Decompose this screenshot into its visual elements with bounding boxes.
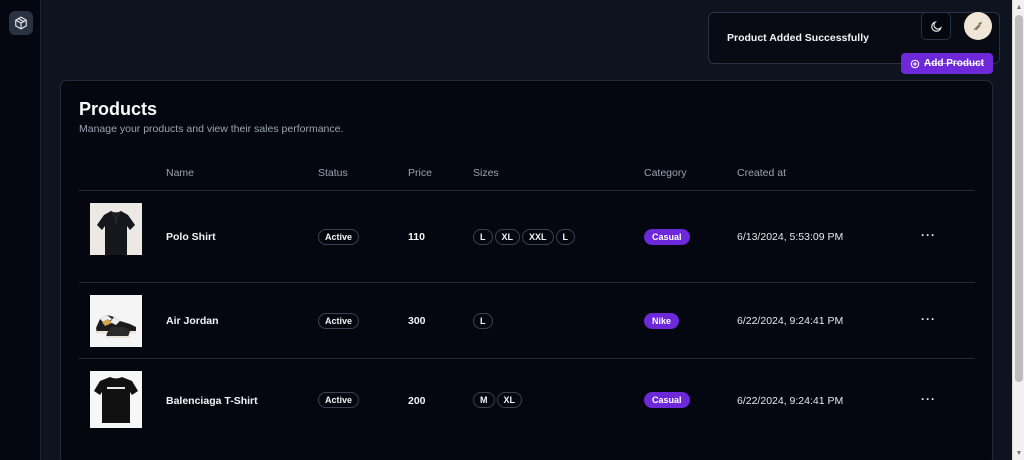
category-badge: Casual <box>644 229 690 245</box>
column-header-created-at: Created at <box>737 167 787 179</box>
status-badge: Active <box>318 229 360 245</box>
size-badge: XXL <box>522 229 554 245</box>
product-price: 110 <box>408 231 425 243</box>
category-badge: Casual <box>644 392 690 408</box>
column-header-sizes: Sizes <box>473 167 499 179</box>
table-row[interactable]: Balenciaga T-Shirt Active 200 M XL Casua… <box>79 359 975 439</box>
size-badge: L <box>555 229 576 245</box>
more-horizontal-icon[interactable]: ··· <box>921 228 936 242</box>
column-header-price: Price <box>408 167 432 179</box>
created-at: 6/13/2024, 5:53:09 PM <box>737 231 844 243</box>
page-subtitle: Manage your products and view their sale… <box>79 123 344 135</box>
table-row[interactable]: Polo Shirt Active 110 L XL XXL L Casual … <box>79 191 975 283</box>
sneaker-image <box>90 295 142 347</box>
size-badge: L <box>473 313 493 329</box>
t-shirt-image <box>90 371 142 428</box>
more-horizontal-icon[interactable]: ··· <box>921 312 936 326</box>
table-row[interactable]: Air Jordan Active 300 L Nike 6/22/2024, … <box>79 283 975 358</box>
size-badge: XL <box>496 392 523 408</box>
product-name: Air Jordan <box>166 315 219 327</box>
scroll-down-arrow-icon[interactable]: ▼ <box>1013 446 1024 460</box>
size-list: L XL XXL L <box>473 229 576 245</box>
category-badge: Nike <box>644 313 680 329</box>
product-price: 300 <box>408 315 426 327</box>
more-horizontal-icon[interactable]: ··· <box>921 392 936 406</box>
column-header-category: Category <box>644 167 687 179</box>
size-list: L <box>473 313 493 329</box>
scrollbar-thumb[interactable] <box>1015 15 1023 382</box>
created-at: 6/22/2024, 9:24:41 PM <box>737 315 844 327</box>
size-list: M XL <box>473 392 523 408</box>
sidebar <box>0 0 41 460</box>
add-product-label: Add Product <box>924 58 984 69</box>
size-badge: XL <box>494 229 521 245</box>
product-name: Balenciaga T-Shirt <box>166 395 258 407</box>
plus-circle-icon <box>910 59 920 68</box>
status-badge: Active <box>318 313 360 329</box>
created-at: 6/22/2024, 9:24:41 PM <box>737 395 844 407</box>
scroll-up-arrow-icon[interactable]: ▲ <box>1013 0 1024 14</box>
status-badge: Active <box>318 392 360 408</box>
size-badge: M <box>473 392 495 408</box>
page-scrollbar[interactable]: ▲ ▼ <box>1012 0 1024 460</box>
column-header-status: Status <box>318 167 348 179</box>
size-badge: L <box>473 229 493 245</box>
toast-message: Product Added Successfully <box>727 32 869 44</box>
column-header-name: Name <box>166 167 195 179</box>
product-price: 200 <box>408 395 426 407</box>
moon-icon <box>930 20 942 32</box>
add-product-button[interactable]: Add Product <box>901 53 993 74</box>
theme-toggle-button[interactable] <box>921 12 951 40</box>
page-title: Products <box>79 99 158 119</box>
product-name: Polo Shirt <box>166 231 216 243</box>
package-icon[interactable] <box>9 11 33 35</box>
avatar[interactable] <box>964 12 992 40</box>
polo-shirt-image <box>90 203 142 255</box>
